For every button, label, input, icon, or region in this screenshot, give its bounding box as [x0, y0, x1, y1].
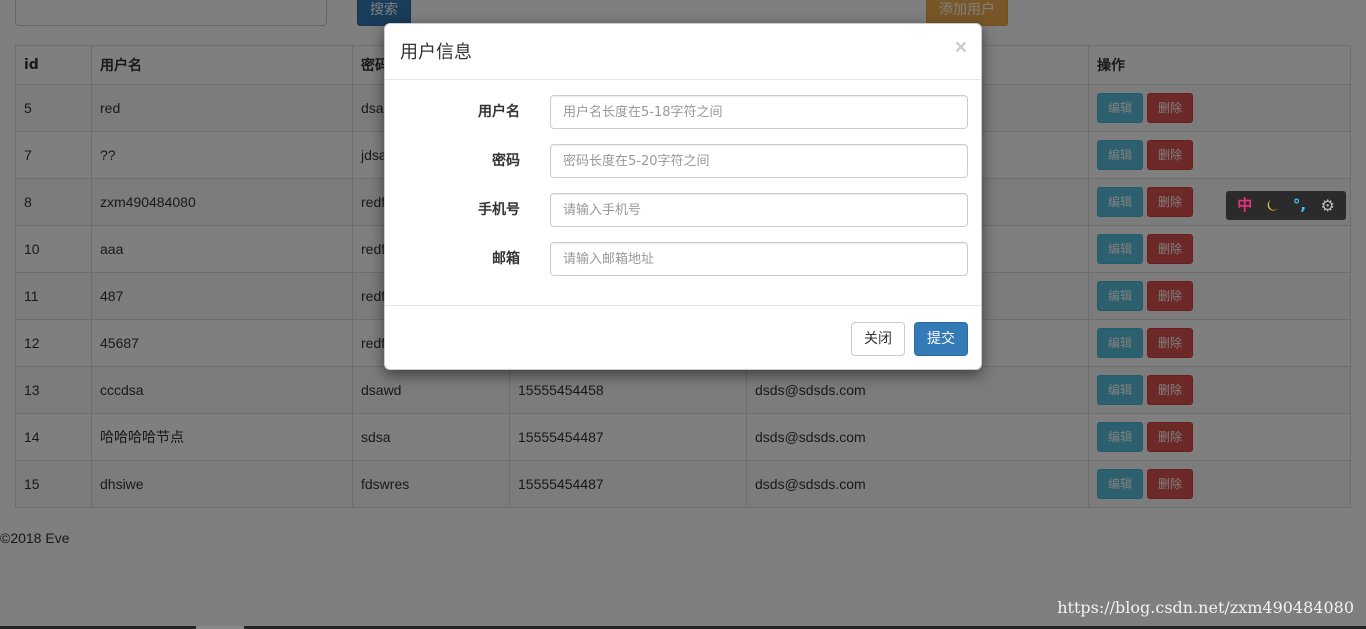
submit-button[interactable]: 提交 — [914, 322, 968, 356]
email-label: 邮箱 — [492, 251, 520, 267]
username-field[interactable] — [550, 95, 968, 129]
email-field[interactable] — [550, 242, 968, 276]
modal-footer: 关闭 提交 — [385, 306, 981, 370]
ime-toolbar: 中 ⏾ °, ⚙ — [1226, 191, 1346, 220]
form-row-password: 密码 — [385, 144, 983, 178]
phone-label: 手机号 — [478, 202, 520, 218]
username-label: 用户名 — [478, 104, 520, 120]
password-field[interactable] — [550, 144, 968, 178]
form-row-username: 用户名 — [385, 95, 983, 129]
phone-field[interactable] — [550, 193, 968, 227]
close-button[interactable]: 关闭 — [851, 322, 905, 356]
modal-header: 用户信息 × — [385, 24, 981, 80]
watermark: https://blog.csdn.net/zxm490484080 — [1057, 598, 1354, 617]
punctuation-icon[interactable]: °, — [1293, 191, 1306, 220]
user-management-page: 搜索 添加用户 id 用户名 密码 操作 5reddsa编辑删除7??jdsa编… — [0, 0, 1366, 629]
user-info-modal: 用户信息 × 用户名 密码 手机号 邮箱 关闭 提交 — [384, 23, 982, 370]
ime-mode-icon[interactable]: 中 — [1237, 191, 1252, 220]
form-row-email: 邮箱 — [385, 242, 983, 276]
modal-body: 用户名 密码 手机号 邮箱 — [385, 80, 981, 306]
form-row-phone: 手机号 — [385, 193, 983, 227]
password-label: 密码 — [492, 153, 520, 169]
moon-icon[interactable]: ⏾ — [1267, 191, 1279, 220]
modal-title: 用户信息 — [400, 42, 472, 63]
gear-icon[interactable]: ⚙ — [1320, 191, 1334, 220]
close-icon[interactable]: × — [955, 36, 967, 60]
